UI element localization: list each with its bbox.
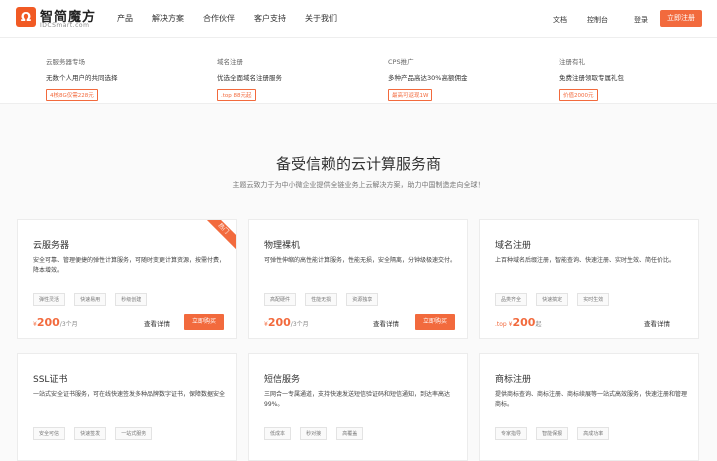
product-card-bare-metal[interactable]: 物理裸机 可弹性伸缩的高性能计算服务，性能无损，安全隔离，分钟级极速交付。 高配… [248,219,468,339]
promo-item[interactable]: 云服务器专场 无数个人用户的共同选择 4核8G仅需228元 [46,56,118,101]
tag-list: 安全可信 快速签发 一站式服务 [33,420,156,440]
price-value: 200 [267,316,291,329]
price-suffix: /3个月 [290,321,309,328]
login-link[interactable]: 登录 [634,15,648,25]
card-title: 短信服务 [264,375,301,385]
tag: 快速搞定 [536,293,569,306]
price: ¥200/3个月 [264,316,309,329]
tag: 高覆盖 [336,427,364,440]
card-desc: 一站式安全证书服务，可在线快速签发多种品牌数字证书，保障数据安全 [33,391,226,398]
tag-list: 高配硬件 性能无损 资源独享 [264,286,382,306]
promo-tag: 4核8G仅需228元 [46,89,98,101]
tag: 智能保报 [536,427,569,440]
tag: 低成本 [264,427,292,440]
promo-item[interactable]: CPS推广 多种产品高达30%高额佣金 最高可返现1W [388,56,467,101]
hot-badge: 热门 [198,220,236,254]
nav-solutions[interactable]: 解决方案 [152,13,184,24]
price-suffix: /3个月 [59,321,78,328]
product-card-ssl[interactable]: SSL证书 一站式安全证书服务，可在线快速签发多种品牌数字证书，保障数据安全 安… [17,353,237,461]
price-value: 200 [512,316,536,329]
top-header: Ω 智简魔方 IDCSmart.com 产品 解决方案 合作伙伴 客户支持 关于… [0,0,717,38]
product-card-domain[interactable]: 域名注册 上百种域名后缀注册，智能查询、快速注册、实时生效、简任价比。 品类齐全… [479,219,699,339]
promo-title: 注册有礼 [559,58,585,66]
tag-list: 专家指导 智能保报 高成功率 [495,420,613,440]
nav-products[interactable]: 产品 [117,13,133,24]
view-details-link[interactable]: 查看详情 [144,318,170,328]
buy-now-button[interactable]: 立即购买 [415,314,455,330]
card-title: 商标注册 [495,375,532,385]
tag: 一站式服务 [115,427,153,440]
price-suffix: 起 [535,321,542,328]
product-card-cloud-server[interactable]: 热门 云服务器 安全可靠、管理便捷的弹性计算服务，可随时变更计算资源，按需付费，… [17,219,237,339]
price-value: 200 [36,316,60,329]
tag: 资源独享 [346,293,379,306]
register-button[interactable]: 立即注册 [660,10,702,27]
card-desc: 三网合一专属通道，支持快速发送短信验证码和短信通知，到达率高达99%。 [264,391,451,408]
promo-tag: 最高可返现1W [388,89,433,101]
tag: 快速签发 [74,427,107,440]
price: .top ¥200起 [495,316,541,329]
promo-tag: .top 88元起 [217,89,256,101]
promo-item[interactable]: 注册有礼 免费注册领取专属礼包 价值2000元 [559,56,624,101]
section-subtitle: 主题云致力于为中小微企业提供全链业务上云解决方案，助力中国制造走向全球！ [232,181,485,189]
buy-now-button[interactable]: 立即购买 [184,314,224,330]
tag: 品类齐全 [495,293,528,306]
card-title: SSL证书 [33,375,68,385]
tag: 专家指导 [495,427,528,440]
tag: 秒级创建 [115,293,148,306]
console-link[interactable]: 控制台 [587,15,608,25]
promo-title: 云服务器专场 [46,58,85,66]
tag: 安全可信 [33,427,66,440]
section-title: 备受信赖的云计算服务商 [275,155,441,173]
card-desc: 安全可靠、管理便捷的弹性计算服务，可随时变更计算资源，按需付费，降本增效。 [33,257,226,274]
tag: 高成功率 [577,427,610,440]
tag: 快速易用 [74,293,107,306]
promo-desc: 无数个人用户的共同选择 [46,74,118,82]
docs-link[interactable]: 文档 [553,15,567,25]
promo-desc: 优选全面域名注册服务 [217,74,282,82]
logo-icon[interactable]: Ω [16,7,36,27]
product-card-sms[interactable]: 短信服务 三网合一专属通道，支持快速发送短信验证码和短信通知，到达率高达99%。… [248,353,468,461]
promo-desc: 免费注册领取专属礼包 [559,74,624,82]
promo-item[interactable]: 域名注册 优选全面域名注册服务 .top 88元起 [217,56,282,101]
brand-domain: IDCSmart.com [40,22,90,29]
view-details-link[interactable]: 查看详情 [644,318,670,328]
tag-list: 弹性灵活 快速易用 秒级创建 [33,286,151,306]
price: ¥200/3个月 [33,316,78,329]
card-title: 云服务器 [33,241,70,251]
promo-title: CPS推广 [388,58,414,66]
promo-tag: 价值2000元 [559,89,598,101]
nav-about[interactable]: 关于我们 [305,13,337,24]
product-card-trademark[interactable]: 商标注册 提供商标查询、商标注册、商标续展等一站式高效服务，快速注册和管理商标。… [479,353,699,461]
card-title: 物理裸机 [264,241,301,251]
promo-desc: 多种产品高达30%高额佣金 [388,74,468,82]
tag: 秒对接 [300,427,328,440]
card-desc: 提供商标查询、商标注册、商标续展等一站式高效服务，快速注册和管理商标。 [495,391,688,408]
promo-bar: 云服务器专场 无数个人用户的共同选择 4核8G仅需228元 域名注册 优选全面域… [0,38,717,104]
view-details-link[interactable]: 查看详情 [373,318,399,328]
card-desc: 可弹性伸缩的高性能计算服务，性能无损，安全隔离，分钟级极速交付。 [264,257,457,264]
card-title: 域名注册 [495,241,532,251]
promo-title: 域名注册 [217,58,243,66]
tag: 弹性灵活 [33,293,66,306]
tag-list: 低成本 秒对接 高覆盖 [264,420,367,440]
nav-support[interactable]: 客户支持 [254,13,286,24]
card-desc: 上百种域名后缀注册，智能查询、快速注册、实时生效、简任价比。 [495,257,676,264]
tag: 实时生效 [577,293,610,306]
tag-list: 品类齐全 快速搞定 实时生效 [495,286,613,306]
tag: 性能无损 [305,293,338,306]
nav-partners[interactable]: 合作伙伴 [203,13,235,24]
price-prefix: .top ¥ [495,321,513,328]
tag: 高配硬件 [264,293,297,306]
